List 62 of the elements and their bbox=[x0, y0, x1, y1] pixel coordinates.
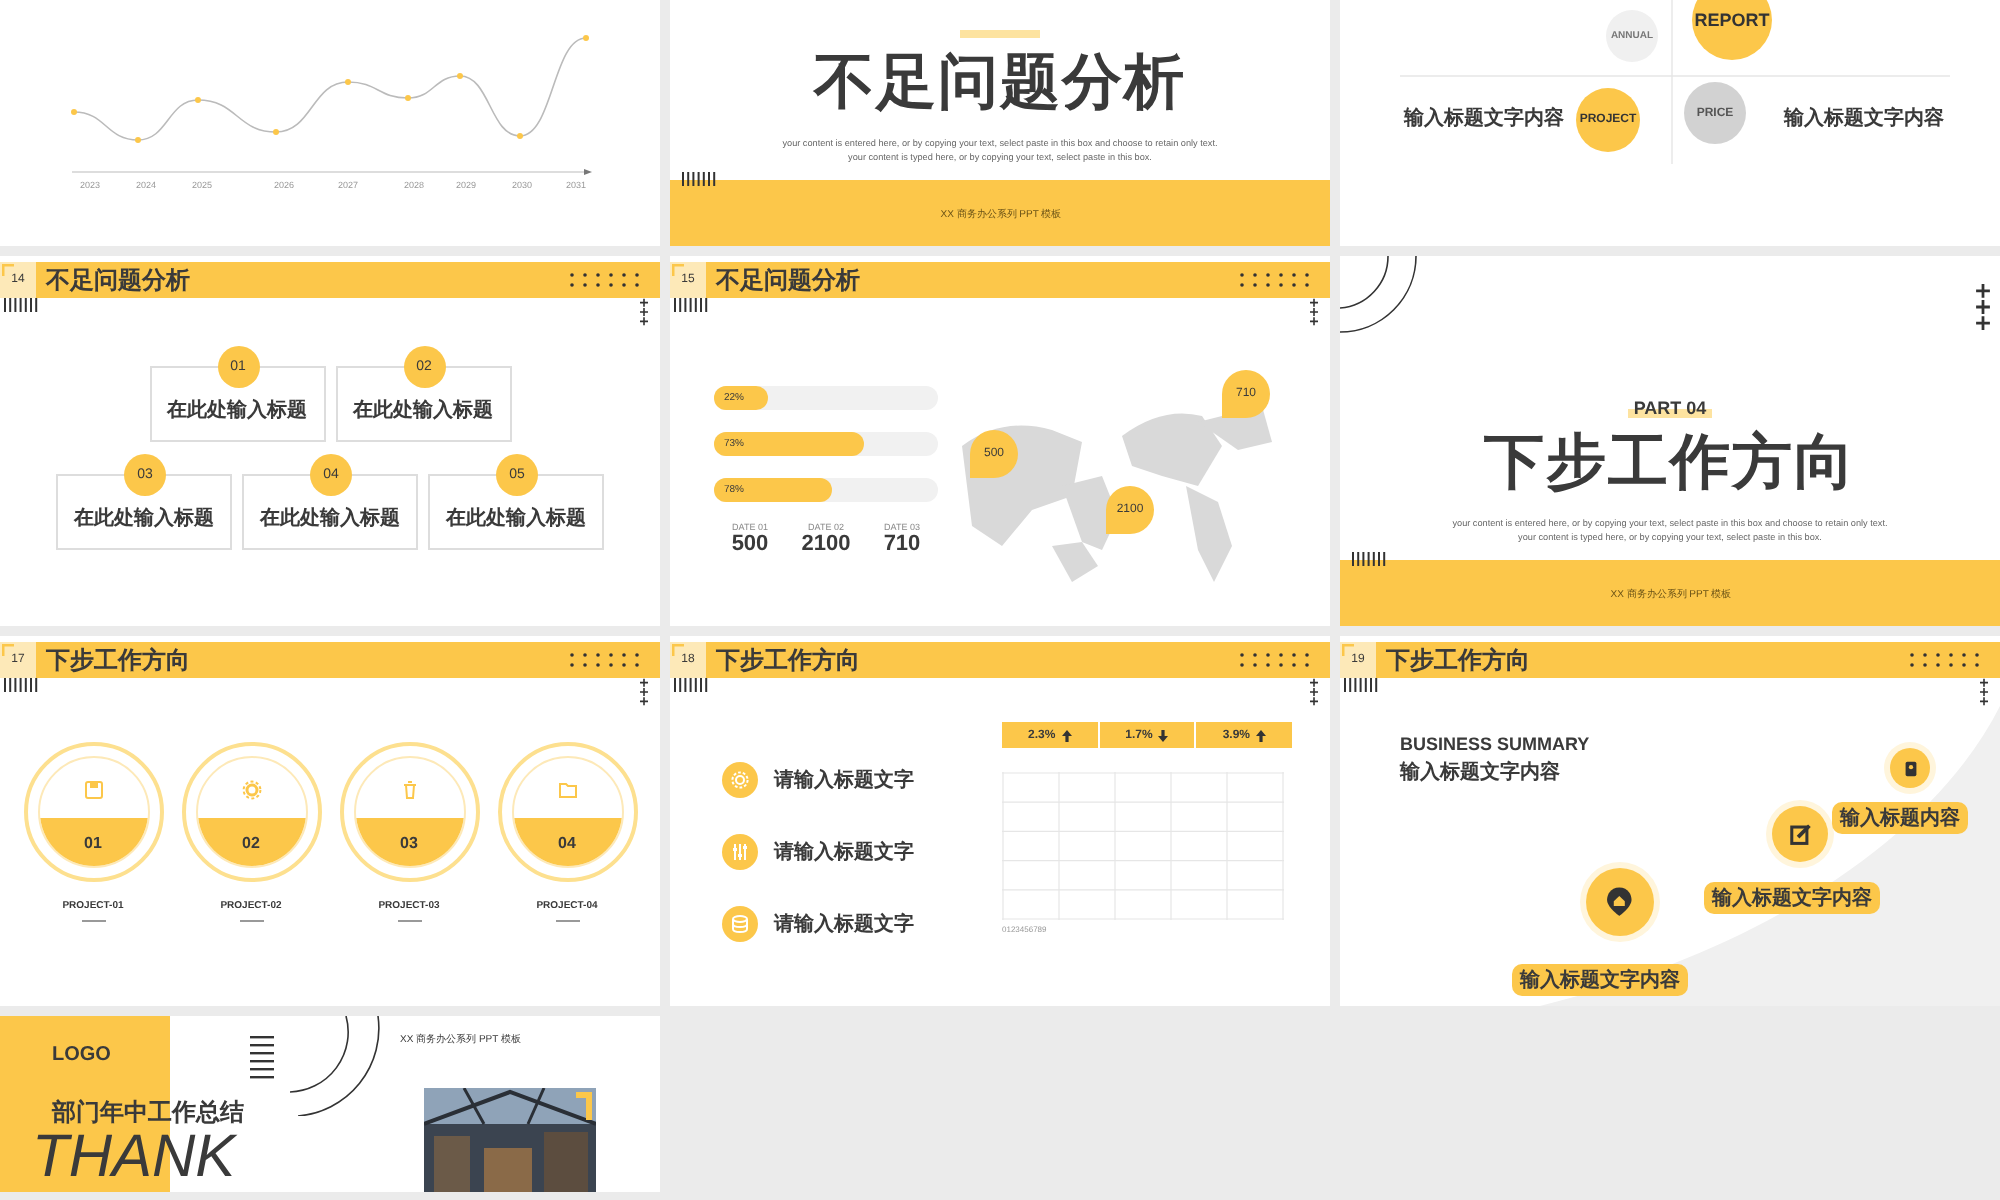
slide-title: 下步工作方向 bbox=[1386, 643, 1532, 677]
plus-icon bbox=[1980, 678, 1988, 706]
section-title: 不足问题分析 bbox=[814, 48, 1186, 120]
card-title: 在此处输入标题 bbox=[260, 505, 400, 532]
item-title: 请输入标题文字 bbox=[774, 838, 914, 866]
stripe-icon bbox=[250, 1036, 274, 1084]
plus-icon bbox=[1310, 678, 1318, 706]
dot-grid-icon bbox=[568, 652, 640, 668]
database-icon bbox=[722, 906, 758, 942]
card-title: 在此处输入标题 bbox=[167, 397, 307, 424]
slide-title: 下步工作方向 bbox=[46, 643, 192, 677]
stripe-icon bbox=[4, 298, 40, 312]
stripe-icon bbox=[1352, 552, 1388, 566]
dot-grid-icon bbox=[1238, 652, 1310, 668]
dot-grid-icon bbox=[568, 272, 640, 288]
project-number: 03 bbox=[355, 818, 463, 866]
stripe-icon bbox=[1344, 678, 1380, 692]
dot-grid-icon bbox=[1908, 652, 1980, 668]
stat-value: 710 bbox=[883, 532, 921, 556]
slide-title: 不足问题分析 bbox=[46, 263, 192, 297]
project-number: 04 bbox=[513, 818, 621, 866]
label-pill: 输入标题文字内容 bbox=[1512, 964, 1688, 996]
stat-value: 2100 bbox=[801, 532, 851, 556]
dot-grid-icon bbox=[1238, 272, 1310, 288]
label-pill: 输入标题文字内容 bbox=[1704, 882, 1880, 914]
logo-text: LOGO bbox=[52, 1044, 111, 1066]
item-title: 请输入标题文字 bbox=[774, 766, 914, 794]
card-title: 在此处输入标题 bbox=[353, 397, 493, 424]
folder-icon bbox=[557, 780, 577, 800]
plus-icon bbox=[1976, 284, 1990, 330]
label-pill: 输入标题内容 bbox=[1832, 802, 1968, 834]
stat-value: 500 bbox=[731, 532, 769, 556]
heading-text: 输入标题文字内容 bbox=[1784, 104, 1944, 132]
save-icon bbox=[83, 780, 103, 800]
slide-title: 下步工作方向 bbox=[716, 643, 862, 677]
slide-title: 不足问题分析 bbox=[716, 263, 862, 297]
stripe-icon bbox=[674, 298, 710, 312]
card-title: 在此处输入标题 bbox=[74, 505, 214, 532]
edit-icon bbox=[1772, 806, 1828, 862]
home-pin-icon bbox=[1586, 868, 1654, 936]
label-circle: REPORT bbox=[1692, 0, 1772, 60]
project-number: 02 bbox=[197, 818, 305, 866]
trash-icon bbox=[399, 780, 419, 800]
plus-icon bbox=[1310, 298, 1318, 326]
part-label: PART 04 bbox=[1627, 398, 1713, 418]
stripe-icon bbox=[4, 678, 40, 692]
item-title: 请输入标题文字 bbox=[774, 910, 914, 938]
stripe-icon bbox=[674, 678, 710, 692]
card-title: 在此处输入标题 bbox=[446, 505, 586, 532]
section-title: 下步工作方向 bbox=[1484, 427, 1856, 500]
document-icon bbox=[1890, 748, 1930, 788]
highlight-bar bbox=[960, 30, 1040, 38]
heading-text: 输入标题文字内容 bbox=[1404, 104, 1564, 132]
plus-icon bbox=[640, 678, 648, 706]
summary-heading: BUSINESS SUMMARY bbox=[1400, 734, 1590, 754]
gear-icon bbox=[241, 780, 261, 800]
summary-subheading: 输入标题文字内容 bbox=[1400, 758, 1560, 786]
project-number: 01 bbox=[39, 818, 147, 866]
stripe-icon bbox=[682, 172, 718, 186]
plus-icon bbox=[640, 298, 648, 326]
sliders-icon bbox=[722, 834, 758, 870]
gear-icon bbox=[722, 762, 758, 798]
